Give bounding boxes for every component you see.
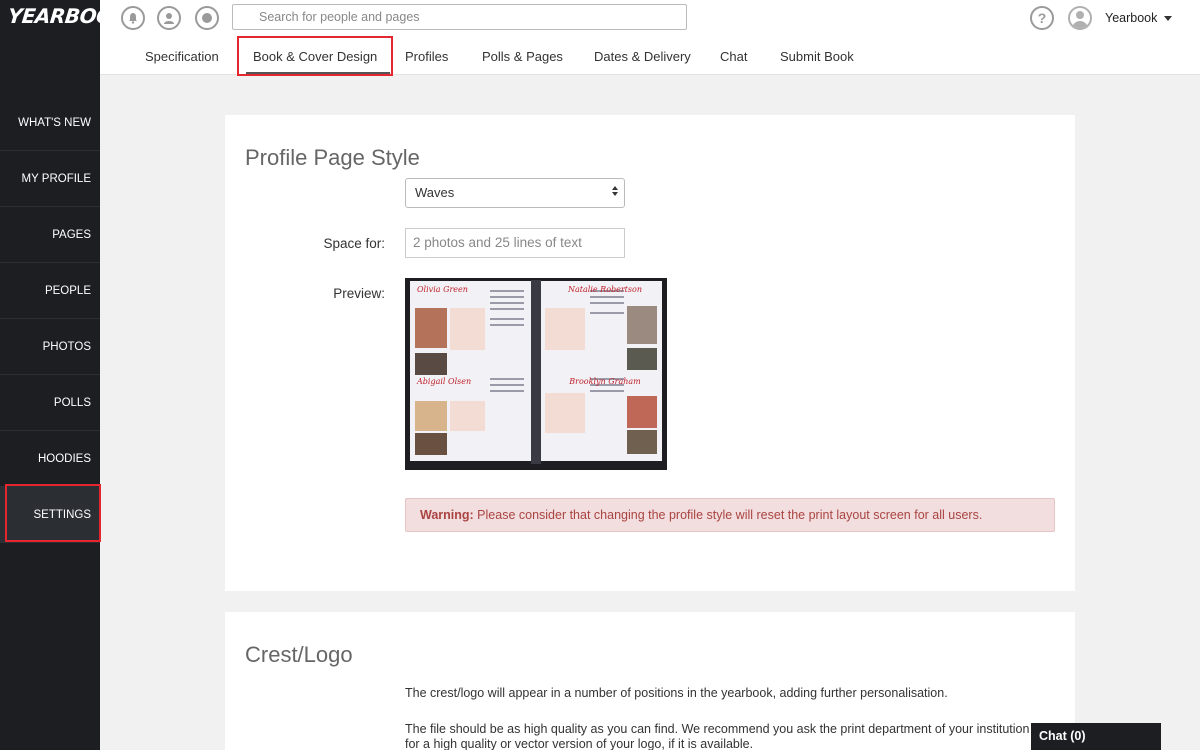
preview-name-1: Olivia Green [417,285,468,294]
space-for-field: 2 photos and 25 lines of text [405,228,625,258]
preview-name-2: Natalie Robertson [567,285,642,294]
tab-profiles[interactable]: Profiles [405,49,448,64]
section-title-crest-logo: Crest/Logo [245,642,353,667]
sidebar-item-whats-new[interactable]: WHAT'S NEW [0,95,100,151]
crest-description-2: The file should be as high quality as yo… [405,722,1030,750]
warning-message: Please consider that changing the profil… [473,508,983,522]
top-bar: Search for people and pages ? Yearbook [100,0,1200,36]
tab-submit-book[interactable]: Submit Book [780,49,854,64]
profile-style-preview-image: Olivia Green Natalie Robertson Abigail O… [405,278,667,470]
tab-dates-delivery[interactable]: Dates & Delivery [594,49,691,64]
preview-name-3: Abigail Olsen [416,377,471,386]
avatar-head-shape [1076,11,1084,19]
chevron-down-icon[interactable] [1164,16,1172,21]
preview-label: Preview: [333,286,385,301]
crest-description-1: The crest/logo will appear in a number o… [405,686,948,700]
chat-bubble-icon[interactable] [195,6,219,30]
select-arrows-icon [612,186,618,196]
chat-bubble-icon-dot [202,13,212,23]
avatar-body-shape [1072,21,1088,28]
tab-book-cover-design[interactable]: Book & Cover Design [253,49,377,64]
profile-icon-glyph [164,13,174,24]
sidebar-item-photos[interactable]: PHOTOS [0,319,100,375]
sidebar-item-polls[interactable]: POLLS [0,375,100,431]
section-title-profile-style: Profile Page Style [245,145,420,170]
chat-widget-button[interactable]: Chat (0) [1031,723,1161,750]
tab-specification[interactable]: Specification [145,49,219,64]
tab-chat[interactable]: Chat [720,49,747,64]
settings-tabs: Specification Book & Cover Design Profil… [100,36,1200,76]
sidebar-item-my-profile[interactable]: MY PROFILE [0,151,100,207]
space-for-label: Space for: [323,236,385,251]
avatar[interactable] [1068,6,1092,30]
warning-strong-label: Warning: [420,508,474,522]
profile-style-warning: Warning: Please consider that changing t… [405,498,1055,532]
profile-style-select-value: Waves [415,185,455,200]
profile-icon[interactable] [157,6,181,30]
crest-logo-card: Crest/Logo The crest/logo will appear in… [225,612,1075,750]
bell-icon-glyph [129,13,137,24]
profile-style-select[interactable]: Waves [405,178,625,208]
sidebar-item-people[interactable]: PEOPLE [0,263,100,319]
help-icon[interactable]: ? [1030,6,1054,30]
user-name[interactable]: Yearbook [1105,11,1157,25]
bell-icon[interactable] [121,6,145,30]
sidebar-nav: WHAT'S NEW MY PROFILE PAGES PEOPLE PHOTO… [0,95,100,543]
tab-polls-pages[interactable]: Polls & Pages [482,49,563,64]
sidebar: YEARBOOK WHAT'S NEW MY PROFILE PAGES PEO… [0,0,129,750]
active-tab-underline [246,72,390,74]
sidebar-item-settings[interactable]: SETTINGS [0,487,100,543]
sidebar-item-hoodies[interactable]: HOODIES [0,431,100,487]
search-input[interactable]: Search for people and pages [232,4,687,30]
preview-name-4: Brooklyn Graham [568,377,641,386]
profile-page-style-card: Profile Page Style Waves Space for: 2 ph… [225,115,1075,591]
sidebar-item-pages[interactable]: PAGES [0,207,100,263]
